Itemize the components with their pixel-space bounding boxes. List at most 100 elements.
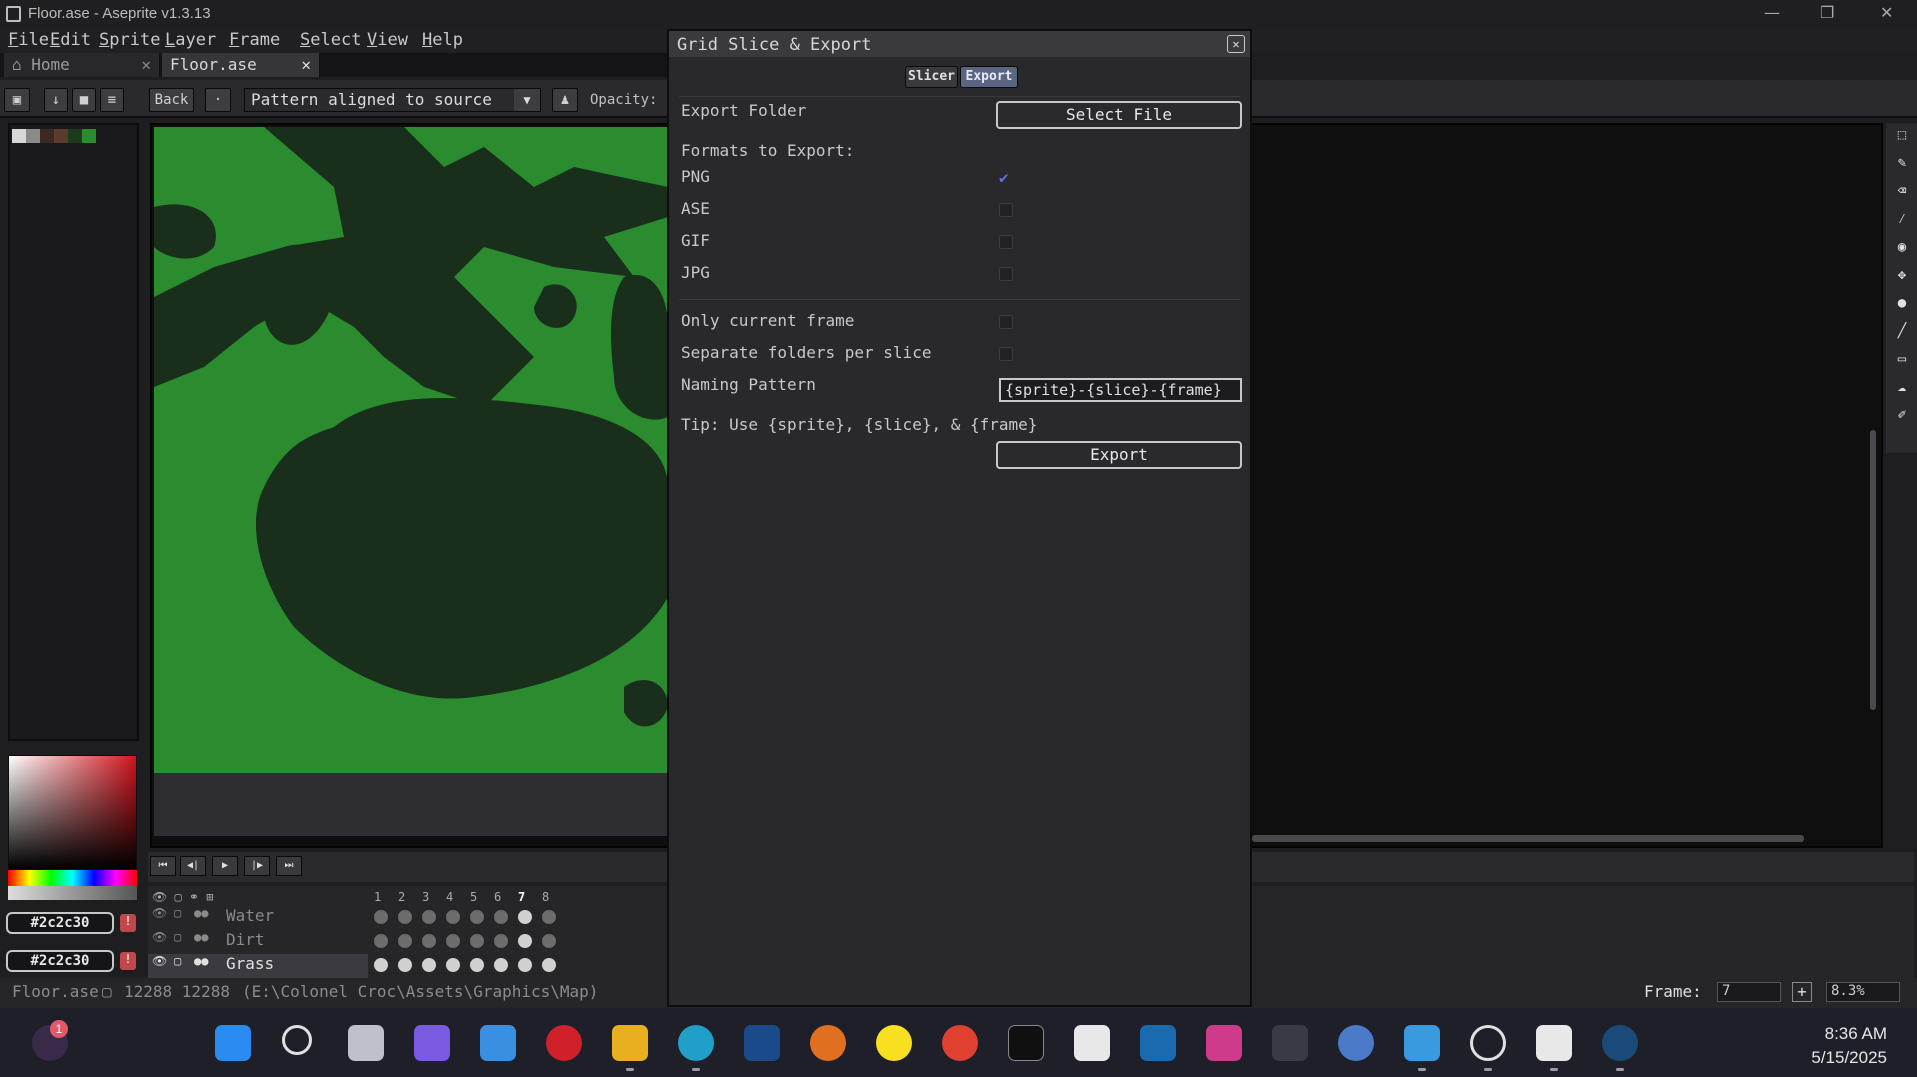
eyedropper-icon[interactable]: ⁄	[1890, 211, 1914, 235]
move-icon[interactable]: ✥	[1890, 267, 1914, 291]
stamp-icon[interactable]: ♟	[552, 88, 578, 112]
close-tab-icon[interactable]: ✕	[301, 55, 311, 74]
last-frame-icon[interactable]: ⏭	[276, 856, 302, 876]
tab-slicer[interactable]: Slicer	[905, 66, 958, 88]
eye-icon[interactable]: 👁	[152, 954, 167, 968]
frame-number[interactable]: 3	[422, 890, 429, 904]
chevron-down-icon[interactable]: ▼	[514, 89, 540, 111]
edge-icon[interactable]	[678, 1025, 714, 1061]
search-icon[interactable]	[282, 1025, 312, 1055]
lock-icon[interactable]: ▣	[4, 88, 30, 112]
pattern-icon[interactable]: ·	[205, 88, 231, 112]
menu-help[interactable]: Help	[422, 30, 463, 50]
add-frame-icon[interactable]: +	[1792, 982, 1812, 1002]
restore-icon[interactable]: ❐	[1820, 3, 1834, 22]
chrome-icon[interactable]	[942, 1025, 978, 1061]
only-current-frame-checkbox[interactable]	[999, 315, 1013, 329]
copilot-icon[interactable]	[414, 1025, 450, 1061]
arrow-down-icon[interactable]: ↓	[44, 88, 68, 112]
back-button[interactable]: Back	[149, 88, 194, 112]
naming-pattern-input[interactable]: {sprite}-{slice}-{frame}	[999, 378, 1242, 402]
terminal-icon[interactable]	[1008, 1025, 1044, 1061]
vertical-scrollbar[interactable]	[1870, 430, 1876, 710]
zoom-field[interactable]: 8.3%	[1826, 982, 1900, 1002]
minimize-icon[interactable]: —	[1764, 3, 1780, 22]
lock-icon[interactable]: ▢	[174, 906, 181, 920]
frame-number[interactable]: 5	[470, 890, 477, 904]
lock-icon[interactable]: ▢	[174, 930, 181, 944]
horizontal-scrollbar[interactable]	[1252, 835, 1804, 842]
layer-row-water[interactable]: 👁 ▢ ●● Water	[148, 906, 368, 930]
square-icon[interactable]: ■	[72, 88, 96, 112]
menu-view[interactable]: View	[367, 30, 408, 50]
frame-number[interactable]: 8	[542, 890, 549, 904]
store-icon[interactable]	[480, 1025, 516, 1061]
sprite-canvas[interactable]	[154, 127, 668, 773]
tab-export[interactable]: Export	[960, 66, 1018, 88]
format-jpg-checkbox[interactable]	[999, 267, 1013, 281]
eye-icon[interactable]: 👁	[152, 930, 167, 944]
lock-icon[interactable]: ▢	[174, 954, 181, 968]
lines-icon[interactable]: ≡	[100, 88, 124, 112]
hue-slider[interactable]	[8, 870, 137, 886]
frame-number[interactable]: 4	[446, 890, 453, 904]
opera-icon[interactable]	[546, 1025, 582, 1061]
menu-layer[interactable]: Layer	[165, 30, 216, 50]
cel-grid[interactable]	[370, 910, 570, 978]
frame-number-current[interactable]: 7	[518, 890, 525, 904]
chatgpt-icon[interactable]	[1470, 1025, 1506, 1061]
menu-frame[interactable]: Frame	[229, 30, 280, 50]
eye-icon[interactable]: 👁	[152, 906, 167, 920]
link-icon[interactable]: ●●	[194, 930, 208, 944]
bucket-icon[interactable]: ●	[1890, 295, 1914, 319]
blur-icon[interactable]: ☁	[1890, 379, 1914, 403]
instagram-icon[interactable]	[1206, 1025, 1242, 1061]
app-icon[interactable]	[1074, 1025, 1110, 1061]
layer-row-dirt[interactable]: 👁 ▢ ●● Dirt	[148, 930, 368, 954]
line-icon[interactable]: ╱	[1890, 323, 1914, 347]
snapchat-icon[interactable]	[876, 1025, 912, 1061]
previous-frame-icon[interactable]: ◀|	[180, 856, 206, 876]
marquee-icon[interactable]: ⬚	[1890, 127, 1914, 151]
format-gif-checkbox[interactable]	[999, 235, 1013, 249]
rectangle-icon[interactable]: ▭	[1890, 351, 1914, 375]
tab-floor[interactable]: Floor.ase ✕	[162, 53, 320, 77]
brush-icon[interactable]: ✐	[1890, 407, 1914, 431]
aseprite-icon[interactable]	[1272, 1025, 1308, 1061]
menu-sprite[interactable]: Sprite	[99, 30, 160, 50]
layer-row-grass[interactable]: 👁 ▢ ●● Grass	[148, 954, 368, 978]
wifi-app-icon[interactable]	[744, 1025, 780, 1061]
file-explorer-icon[interactable]	[612, 1025, 648, 1061]
close-dialog-icon[interactable]: ✕	[1227, 35, 1245, 53]
menu-edit[interactable]: Edit	[50, 30, 91, 50]
notepad-icon[interactable]	[1404, 1025, 1440, 1061]
menu-file[interactable]: File	[8, 30, 49, 50]
frame-number[interactable]: 1	[374, 890, 381, 904]
menu-select[interactable]: Select	[300, 30, 361, 50]
windows-start-icon[interactable]	[215, 1025, 251, 1061]
task-view-icon[interactable]	[348, 1025, 384, 1061]
sketchup-icon[interactable]	[1140, 1025, 1176, 1061]
app-icon[interactable]	[1536, 1025, 1572, 1061]
pencil-icon[interactable]: ✎	[1890, 155, 1914, 179]
pattern-dropdown[interactable]: Pattern aligned to source ▼	[244, 88, 541, 112]
format-png-checkbox[interactable]: ✔	[999, 170, 1013, 186]
foreground-color-field[interactable]: #2c2c30	[6, 912, 114, 934]
first-frame-icon[interactable]: ⏮	[150, 856, 176, 876]
next-frame-icon[interactable]: |▶	[244, 856, 270, 876]
frame-number[interactable]: 6	[494, 890, 501, 904]
export-button[interactable]: Export	[996, 441, 1242, 469]
select-file-button[interactable]: Select File	[996, 101, 1242, 129]
separate-folders-checkbox[interactable]	[999, 347, 1013, 361]
warning-icon[interactable]: !	[120, 952, 136, 970]
frame-input[interactable]: 7	[1717, 982, 1781, 1002]
close-window-icon[interactable]: ✕	[1880, 3, 1893, 22]
frame-number[interactable]: 2	[398, 890, 405, 904]
warning-icon[interactable]: !	[120, 914, 136, 932]
eraser-icon[interactable]: ⌫	[1890, 183, 1914, 207]
godot-icon[interactable]	[1338, 1025, 1374, 1061]
palette-swatches[interactable]	[12, 129, 96, 143]
color-picker[interactable]	[8, 755, 137, 870]
steam-icon[interactable]	[1602, 1025, 1638, 1061]
zoom-icon[interactable]: ◉	[1890, 239, 1914, 263]
